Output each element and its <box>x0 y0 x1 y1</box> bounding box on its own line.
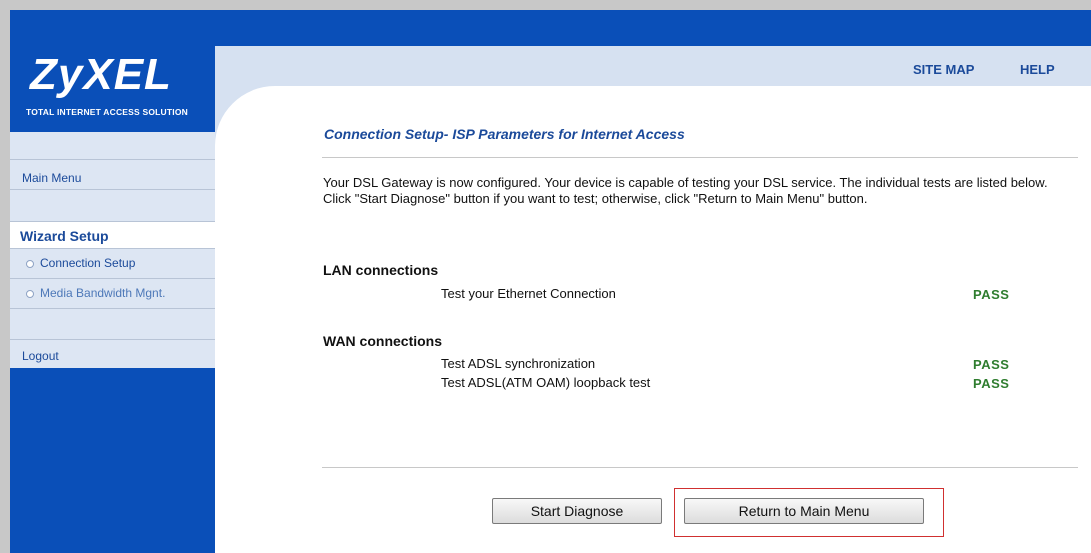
sidebar-item-connection-setup[interactable]: Connection Setup <box>10 249 215 279</box>
return-main-menu-button[interactable]: Return to Main Menu <box>684 498 924 524</box>
description-text: Your DSL Gateway is now configured. Your… <box>323 175 1048 206</box>
wizard-setup-label: Wizard Setup <box>20 228 109 244</box>
help-link[interactable]: HELP <box>1020 62 1055 77</box>
sidebar-item-media-bandwidth[interactable]: Media Bandwidth Mgnt. <box>10 279 215 309</box>
bullet-icon <box>26 260 34 268</box>
connection-setup-label: Connection Setup <box>40 256 136 270</box>
logout-link[interactable]: Logout <box>22 349 59 363</box>
title-divider <box>322 157 1078 158</box>
test-adsl-loopback: Test ADSL(ATM OAM) loopback test <box>441 375 651 390</box>
bullet-icon <box>26 290 34 298</box>
site-map-link[interactable]: SITE MAP <box>913 62 974 77</box>
sidebar-section-header: Wizard Setup <box>10 221 215 249</box>
start-diagnose-button[interactable]: Start Diagnose <box>492 498 662 524</box>
content-corner-curve <box>215 86 335 206</box>
window-border-top <box>0 0 1091 10</box>
sidebar-item-main-menu[interactable]: Main Menu <box>10 159 215 189</box>
page-title: Connection Setup- ISP Parameters for Int… <box>324 126 685 142</box>
test-adsl-sync: Test ADSL synchronization <box>441 356 596 371</box>
lan-heading: LAN connections <box>323 262 439 278</box>
bottom-divider <box>322 467 1078 468</box>
test-ethernet: Test your Ethernet Connection <box>441 286 616 301</box>
router-config-page: ZyXEL TOTAL INTERNET ACCESS SOLUTION SIT… <box>0 0 1091 553</box>
result-adsl-sync: PASS <box>973 357 1010 372</box>
result-ethernet: PASS <box>973 287 1010 302</box>
result-adsl-loopback: PASS <box>973 376 1010 391</box>
media-bandwidth-label: Media Bandwidth Mgnt. <box>40 286 166 300</box>
zyxel-logo: ZyXEL <box>30 50 172 99</box>
main-menu-link[interactable]: Main Menu <box>22 171 81 185</box>
sidebar-spacer <box>10 189 215 221</box>
window-border-left <box>0 0 10 553</box>
logo-tagline: TOTAL INTERNET ACCESS SOLUTION <box>26 107 188 117</box>
sidebar-item-logout[interactable]: Logout <box>10 339 215 368</box>
wan-heading: WAN connections <box>323 333 443 349</box>
